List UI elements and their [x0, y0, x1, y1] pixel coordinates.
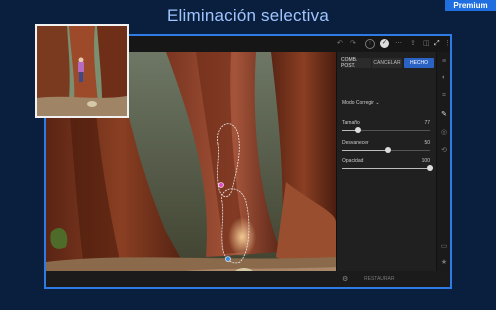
- right-tool-rail: ≡ ◐ ⌗ ✎ ◎ ⟲ ▭ ★ ⓘ: [436, 52, 450, 287]
- edit-icon[interactable]: ◐: [439, 74, 449, 81]
- slider-label-opacity: Opacidad: [342, 158, 364, 164]
- masking-icon[interactable]: ◎: [439, 128, 449, 136]
- headline: Eliminación selectiva: [167, 6, 329, 25]
- presets-icon[interactable]: ≡: [439, 58, 449, 65]
- chevron-down-icon: ⌄: [375, 100, 380, 106]
- check-icon[interactable]: ✓: [380, 39, 389, 48]
- premium-badge[interactable]: Premium: [445, 0, 496, 11]
- undo-icon[interactable]: ↶: [337, 40, 343, 48]
- info-icon[interactable]: !: [365, 39, 375, 49]
- star-icon[interactable]: ★: [439, 258, 449, 266]
- brush-settings-icon[interactable]: ⚙: [342, 275, 348, 283]
- mode-select[interactable]: Modo Corregir ⌄: [342, 100, 380, 106]
- compare-button[interactable]: COMB. POST.: [341, 57, 371, 69]
- slider-value-feather: 50: [424, 140, 430, 146]
- share-icon[interactable]: ⇪: [410, 40, 416, 48]
- slider-label-feather: Desvanecer: [342, 140, 369, 146]
- crop-icon[interactable]: ⌗: [439, 92, 449, 100]
- heal-icon[interactable]: ✎: [439, 110, 449, 118]
- size-slider[interactable]: [342, 127, 430, 133]
- slider-label-size: Tamaño: [342, 120, 360, 126]
- slider-value-size: 77: [424, 120, 430, 126]
- kebab-icon[interactable]: ⋮: [444, 40, 450, 48]
- mode-label: Modo Corregir: [342, 100, 374, 106]
- more-icon[interactable]: ⋯: [395, 40, 402, 48]
- history-icon[interactable]: ⟲: [439, 146, 449, 154]
- cancel-button[interactable]: CANCELAR: [372, 58, 402, 68]
- expand-icon[interactable]: ⤢: [434, 40, 440, 48]
- done-button[interactable]: HECHO: [404, 58, 434, 68]
- opacity-slider[interactable]: [342, 165, 433, 171]
- feather-slider[interactable]: [342, 147, 430, 153]
- opacity-slider-handle[interactable]: [427, 165, 433, 171]
- size-slider-handle[interactable]: [354, 127, 361, 133]
- slider-value-opacity: 100: [421, 158, 430, 164]
- redo-icon[interactable]: ↷: [350, 40, 356, 48]
- opacity-slider-fill: [342, 168, 430, 169]
- comment-icon[interactable]: ▭: [439, 242, 449, 250]
- feather-slider-handle[interactable]: [384, 147, 391, 153]
- bottom-bar: ⚙ RESTAURAR: [46, 271, 450, 287]
- edit-panel: COMB. POST. CANCELAR HECHO Modo Corregir…: [336, 52, 437, 287]
- feather-slider-fill: [342, 150, 388, 151]
- restore-label[interactable]: RESTAURAR: [364, 276, 394, 282]
- compare-icon[interactable]: ◫: [423, 40, 430, 48]
- before-preview: [35, 24, 129, 118]
